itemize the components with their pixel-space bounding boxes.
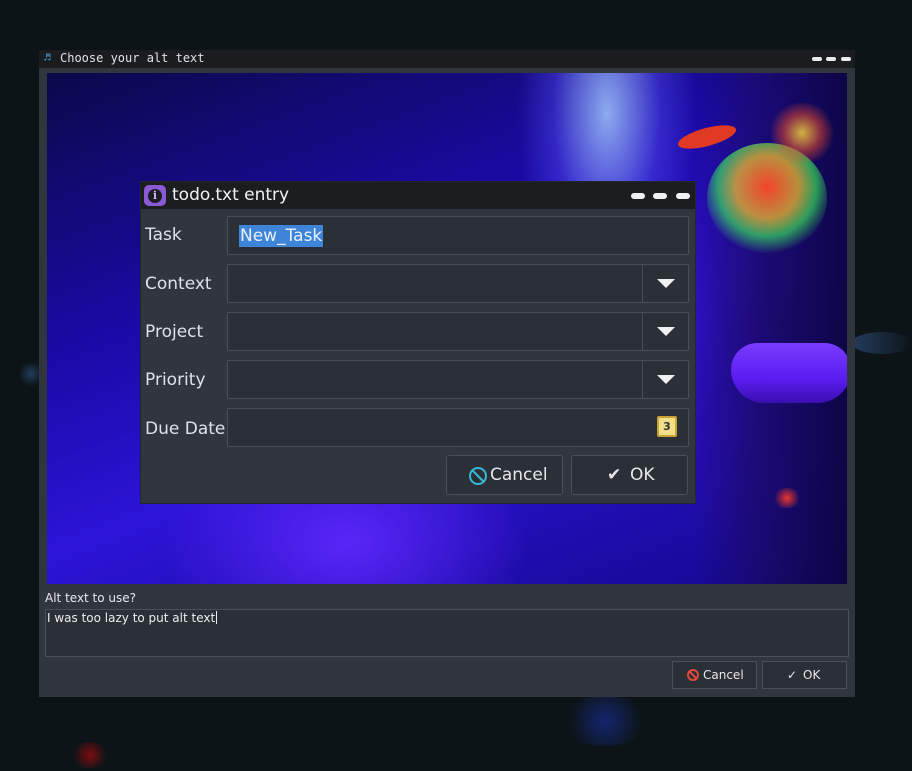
project-dropdown-button[interactable] (642, 313, 688, 350)
cancel-button[interactable]: Cancel (672, 661, 757, 689)
cancel-button-label: Cancel (703, 668, 744, 682)
music-note-icon: ♬ (44, 51, 51, 64)
cancel-icon (687, 669, 699, 681)
priority-dropdown-button[interactable] (642, 361, 688, 398)
background-artifact (70, 742, 110, 768)
todo-entry-dialog: i todo.txt entry Task New_Task Context P… (141, 182, 695, 503)
project-combobox[interactable] (227, 312, 689, 351)
close-button[interactable] (676, 193, 690, 199)
due-date-input[interactable]: 3 (227, 408, 689, 447)
maximize-button[interactable] (826, 57, 836, 61)
info-icon: i (144, 185, 166, 206)
window-title: Choose your alt text (60, 51, 205, 65)
chevron-down-icon (657, 375, 675, 384)
window-titlebar[interactable]: ♬ Choose your alt text (39, 50, 855, 68)
task-input[interactable]: New_Task (227, 216, 689, 255)
image-detail (731, 343, 847, 403)
due-date-label: Due Date: (145, 419, 232, 439)
dialog-titlebar[interactable]: i todo.txt entry (141, 182, 695, 209)
priority-combobox[interactable] (227, 360, 689, 399)
priority-label: Priority (145, 370, 206, 390)
minimize-button[interactable] (631, 193, 645, 199)
alt-text-label: Alt text to use? (45, 591, 137, 605)
alt-text-input[interactable]: I was too lazy to put alt text (45, 609, 849, 657)
cancel-icon (469, 467, 487, 485)
chevron-down-icon (657, 279, 675, 288)
background-artifact (560, 696, 650, 746)
dialog-ok-button[interactable]: ✔ OK (571, 455, 688, 495)
maximize-button[interactable] (653, 193, 667, 199)
background-artifact (852, 332, 912, 354)
minimize-button[interactable] (812, 57, 822, 61)
image-detail (772, 488, 802, 508)
text-cursor (216, 611, 218, 624)
project-label: Project (145, 322, 204, 342)
context-dropdown-button[interactable] (642, 265, 688, 302)
task-value: New_Task (239, 225, 324, 247)
dialog-cancel-button[interactable]: Cancel (446, 455, 563, 495)
context-combobox[interactable] (227, 264, 689, 303)
calendar-icon[interactable]: 3 (657, 416, 677, 437)
alt-text-value: I was too lazy to put alt text (47, 611, 216, 625)
dialog-title: todo.txt entry (172, 185, 290, 205)
ok-button-label: OK (803, 668, 821, 682)
task-label: Task (145, 225, 182, 245)
ok-button[interactable]: ✓ OK (762, 661, 847, 689)
dialog-cancel-label: Cancel (490, 465, 548, 485)
chevron-down-icon (657, 327, 675, 336)
context-label: Context (145, 274, 212, 294)
image-detail (767, 103, 837, 163)
check-icon: ✔ (607, 465, 622, 485)
check-icon: ✓ (787, 668, 798, 682)
close-button[interactable] (841, 57, 851, 61)
dialog-ok-label: OK (630, 465, 655, 485)
